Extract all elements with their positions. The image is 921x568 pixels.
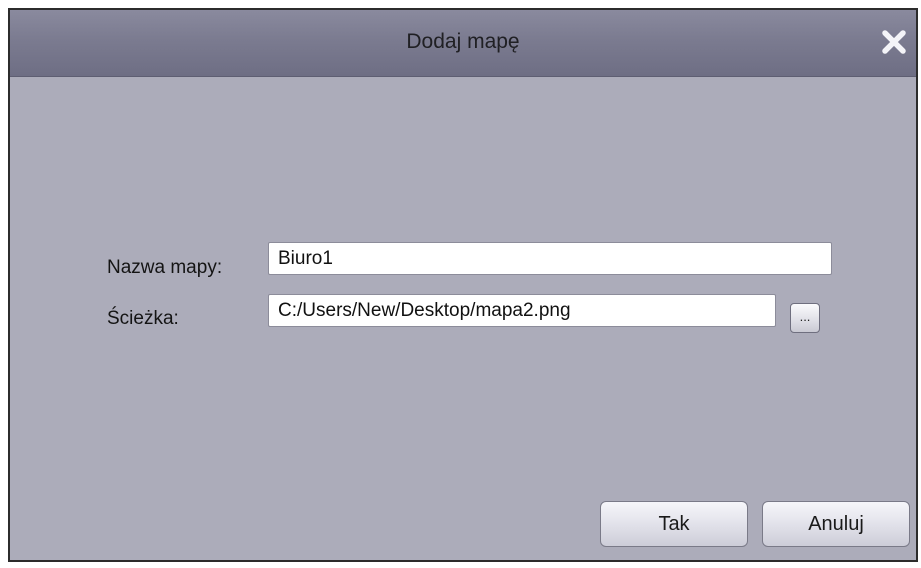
add-map-dialog: Dodaj mapę Nazwa mapy: Ścieżka: ... Tak … xyxy=(8,8,918,562)
path-label: Ścieżka: xyxy=(107,308,179,329)
map-name-input[interactable] xyxy=(268,242,832,275)
path-input[interactable] xyxy=(268,294,776,327)
dialog-title: Dodaj mapę xyxy=(406,30,520,53)
close-x-icon xyxy=(882,30,906,54)
close-button[interactable] xyxy=(876,24,912,60)
dialog-titlebar: Dodaj mapę xyxy=(10,10,916,77)
cancel-button[interactable]: Anuluj xyxy=(762,501,910,547)
browse-button[interactable]: ... xyxy=(790,303,820,333)
ok-button[interactable]: Tak xyxy=(600,501,748,547)
map-name-label: Nazwa mapy: xyxy=(107,257,223,278)
